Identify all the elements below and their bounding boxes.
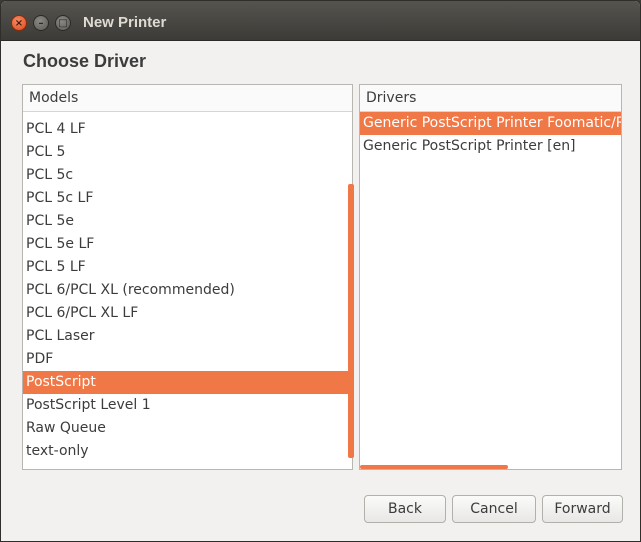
model-list-item[interactable]: text-only bbox=[23, 440, 352, 463]
driver-list-item[interactable]: Generic PostScript Printer [en] bbox=[360, 135, 621, 158]
model-list-item[interactable]: PCL 5e bbox=[23, 210, 352, 233]
drivers-column-header[interactable]: Drivers bbox=[360, 85, 621, 112]
title-bar[interactable]: × – □ New Printer bbox=[1, 1, 640, 41]
models-column-header[interactable]: Models bbox=[23, 85, 352, 112]
drivers-list[interactable]: Drivers Generic PostScript Printer Fooma… bbox=[359, 84, 622, 470]
model-list-item[interactable]: PCL 5c bbox=[23, 164, 352, 187]
model-list-item[interactable]: PCL 5 LF bbox=[23, 256, 352, 279]
driver-list-item[interactable]: Generic PostScript Printer Foomatic/Po bbox=[360, 112, 621, 135]
model-list-item[interactable]: PCL 4 LF bbox=[23, 118, 352, 141]
close-window-icon[interactable]: × bbox=[11, 15, 27, 31]
model-list-item[interactable]: PCL 6/PCL XL LF bbox=[23, 302, 352, 325]
model-list-item[interactable]: Raw Queue bbox=[23, 417, 352, 440]
forward-button[interactable]: Forward bbox=[542, 495, 623, 523]
models-scrollbar[interactable] bbox=[348, 184, 354, 458]
model-list-item[interactable]: PCL 5c LF bbox=[23, 187, 352, 210]
model-list-item[interactable]: PostScript bbox=[23, 371, 352, 394]
model-list-item[interactable]: PCL 5e LF bbox=[23, 233, 352, 256]
maximize-window-icon[interactable]: □ bbox=[55, 15, 71, 31]
model-list-item[interactable]: PCL 6/PCL XL (recommended) bbox=[23, 279, 352, 302]
cancel-button[interactable]: Cancel bbox=[452, 495, 536, 523]
minimize-window-icon[interactable]: – bbox=[33, 15, 49, 31]
model-list-item[interactable]: PCL 5 bbox=[23, 141, 352, 164]
models-items: PCL 4 LF PCL 5 PCL 5c PCL 5c LF PCL 5e PCL 5e… bbox=[23, 118, 352, 463]
drivers-items: Generic PostScript Printer Foomatic/Po Ge… bbox=[360, 112, 621, 158]
model-list-item[interactable]: PDF bbox=[23, 348, 352, 371]
model-list-item[interactable]: PCL Laser bbox=[23, 325, 352, 348]
window-title: New Printer bbox=[83, 14, 167, 31]
back-button[interactable]: Back bbox=[364, 495, 446, 523]
model-list-item[interactable]: PostScript Level 1 bbox=[23, 394, 352, 417]
drivers-horizontal-scrollbar[interactable] bbox=[360, 465, 508, 469]
page-title: Choose Driver bbox=[23, 51, 147, 71]
new-printer-dialog: × – □ New Printer Choose Driver Models P… bbox=[0, 0, 641, 542]
models-list[interactable]: Models PCL 4 LF PCL 5 PCL 5c PCL 5c LF PCL 5… bbox=[22, 84, 353, 470]
